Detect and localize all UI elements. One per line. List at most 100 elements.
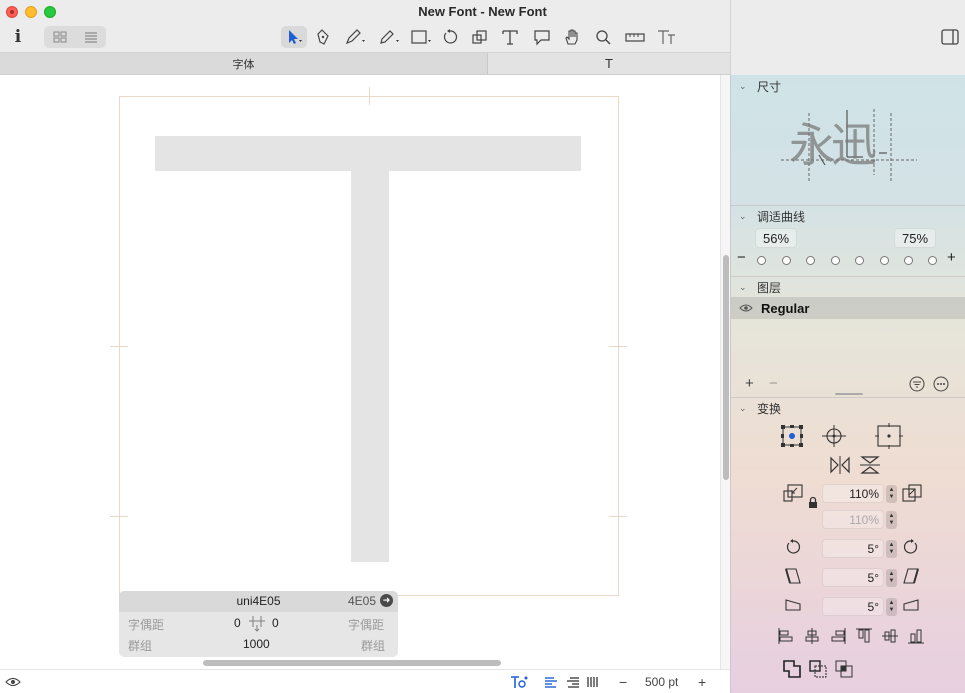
measure-tool-button[interactable]	[622, 26, 648, 48]
info-icon: i	[14, 27, 22, 47]
layer-row-regular[interactable]: Regular	[731, 297, 965, 319]
zoom-in-button[interactable]: +	[698, 673, 706, 691]
flip-horizontal-button[interactable]	[829, 455, 851, 475]
annotation-tool-button[interactable]	[529, 26, 555, 48]
slant-left-icon	[785, 568, 801, 584]
dimensions-section-header[interactable]: ⌄ 尺寸	[739, 78, 781, 95]
rotate-counterclockwise-button[interactable]	[784, 538, 802, 556]
tuning-curves-section-header[interactable]: ⌄ 调适曲线	[739, 208, 805, 225]
tab-font[interactable]: 字体	[0, 53, 488, 74]
align-left-edges-button[interactable]	[777, 627, 795, 645]
transform-section-header[interactable]: ⌄ 变换	[739, 400, 781, 417]
glyph-outline-horizontal-stroke[interactable]	[155, 136, 581, 171]
zoom-tool-button[interactable]	[591, 26, 617, 48]
layer-options-button[interactable]	[933, 376, 949, 392]
remove-layer-button[interactable]: −	[769, 375, 778, 392]
rotate-stepper[interactable]: ▲ ▼	[886, 540, 897, 558]
scale-tool-button[interactable]	[467, 26, 493, 48]
rectangle-tool-button[interactable]	[409, 26, 435, 48]
transform-origin-metrics-button[interactable]	[875, 423, 903, 449]
glyph-width-field[interactable]: 1000	[243, 637, 270, 651]
intersect-button[interactable]	[835, 660, 853, 678]
align-right-edges-button[interactable]	[829, 627, 847, 645]
transform-origin-bounds-button[interactable]	[780, 424, 804, 448]
scale-up-button[interactable]	[902, 484, 922, 502]
zoom-out-button[interactable]: −	[619, 673, 627, 691]
unicode-field[interactable]: 4E05	[348, 594, 376, 608]
align-horizontal-centers-button[interactable]	[803, 627, 821, 645]
decrease-tension-button[interactable]: −	[737, 249, 746, 266]
type-tool-button[interactable]	[654, 26, 680, 48]
panel-resize-handle[interactable]	[835, 393, 863, 395]
rotate-field[interactable]: 5°	[822, 539, 884, 558]
align-right-button[interactable]	[566, 673, 580, 691]
tab-glyph[interactable]: T	[488, 53, 730, 74]
text-tool-button[interactable]	[497, 26, 523, 48]
select-tool-button[interactable]	[281, 26, 307, 48]
tension-stop[interactable]	[880, 256, 889, 265]
grid-view-button[interactable]	[44, 26, 75, 48]
skew-field[interactable]: 5°	[822, 597, 884, 616]
tension-stop[interactable]	[757, 256, 766, 265]
vertical-scrollbar[interactable]	[720, 75, 730, 669]
preview-toggle-button[interactable]	[5, 673, 21, 691]
skew-down-button[interactable]	[784, 596, 802, 614]
scale-y-stepper[interactable]: ▲ ▼	[886, 511, 897, 529]
tension-stop[interactable]	[831, 256, 840, 265]
curve-tension-right-value[interactable]: 75%	[894, 228, 937, 248]
slant-stepper[interactable]: ▲ ▼	[886, 569, 897, 587]
scale-x-field[interactable]: 110%	[822, 484, 884, 503]
vertical-text-button[interactable]	[586, 673, 600, 691]
draw-tool-button[interactable]	[311, 26, 337, 48]
left-sidebearing-field[interactable]: 0	[234, 616, 241, 630]
scale-x-stepper[interactable]: ▲ ▼	[886, 485, 897, 503]
increase-tension-button[interactable]: +	[947, 249, 956, 266]
flip-vertical-button[interactable]	[859, 455, 881, 475]
skew-up-button[interactable]	[902, 596, 920, 614]
glyph-outline-vertical-stroke[interactable]	[351, 171, 389, 562]
sidebar-toggle-button[interactable]	[940, 26, 960, 48]
add-layer-button[interactable]: +	[745, 375, 754, 392]
align-right-icon	[567, 677, 579, 688]
slant-right-button[interactable]	[902, 567, 920, 585]
glyph-edit-canvas[interactable]: uni4E05 4E05 ➜ 字偶距 0 0 字偶距 群组 1000 群组	[0, 75, 720, 669]
scale-down-button[interactable]	[783, 484, 803, 502]
align-bottom-edges-button[interactable]	[907, 627, 925, 645]
text-options-button[interactable]	[510, 673, 528, 691]
more-options-icon	[933, 376, 949, 392]
list-view-button[interactable]	[75, 26, 106, 48]
right-sidebearing-field[interactable]: 0	[272, 616, 279, 630]
info-button[interactable]: i	[10, 26, 26, 48]
layers-section-header[interactable]: ⌄ 图层	[739, 279, 781, 296]
union-button[interactable]	[783, 660, 801, 678]
slant-left-button[interactable]	[784, 567, 802, 585]
tension-stop[interactable]	[806, 256, 815, 265]
tension-stop[interactable]	[928, 256, 937, 265]
rotate-clockwise-button[interactable]	[902, 538, 920, 556]
tension-stop[interactable]	[855, 256, 864, 265]
zoom-level-field[interactable]: 500 pt	[645, 673, 678, 691]
hand-tool-button[interactable]	[559, 26, 585, 48]
layer-visibility-icon[interactable]	[739, 303, 753, 313]
metrics-tick	[609, 346, 627, 347]
transform-origin-center-button[interactable]	[821, 424, 847, 448]
align-vertical-centers-button[interactable]	[881, 627, 899, 645]
align-left-button[interactable]	[544, 673, 558, 691]
pencil-tool-button[interactable]	[377, 26, 403, 48]
layer-filter-button[interactable]	[909, 376, 925, 392]
curve-tension-slider[interactable]: − +	[737, 249, 961, 267]
curve-tension-left-value[interactable]: 56%	[755, 228, 798, 248]
vertical-scroll-thumb[interactable]	[723, 255, 729, 480]
subtract-button[interactable]	[809, 660, 827, 678]
pen-tool-button[interactable]	[343, 26, 369, 48]
lock-proportions-button[interactable]	[807, 496, 819, 509]
rotate-tool-button[interactable]	[437, 26, 463, 48]
slant-field[interactable]: 5°	[822, 568, 884, 587]
tension-stop[interactable]	[904, 256, 913, 265]
scale-y-field[interactable]: 110%	[822, 510, 884, 529]
go-to-glyph-button[interactable]: ➜	[380, 594, 393, 607]
tension-stop[interactable]	[782, 256, 791, 265]
align-top-edges-button[interactable]	[855, 627, 873, 645]
skew-stepper[interactable]: ▲ ▼	[886, 598, 897, 616]
horizontal-scroll-thumb[interactable]	[203, 660, 501, 666]
